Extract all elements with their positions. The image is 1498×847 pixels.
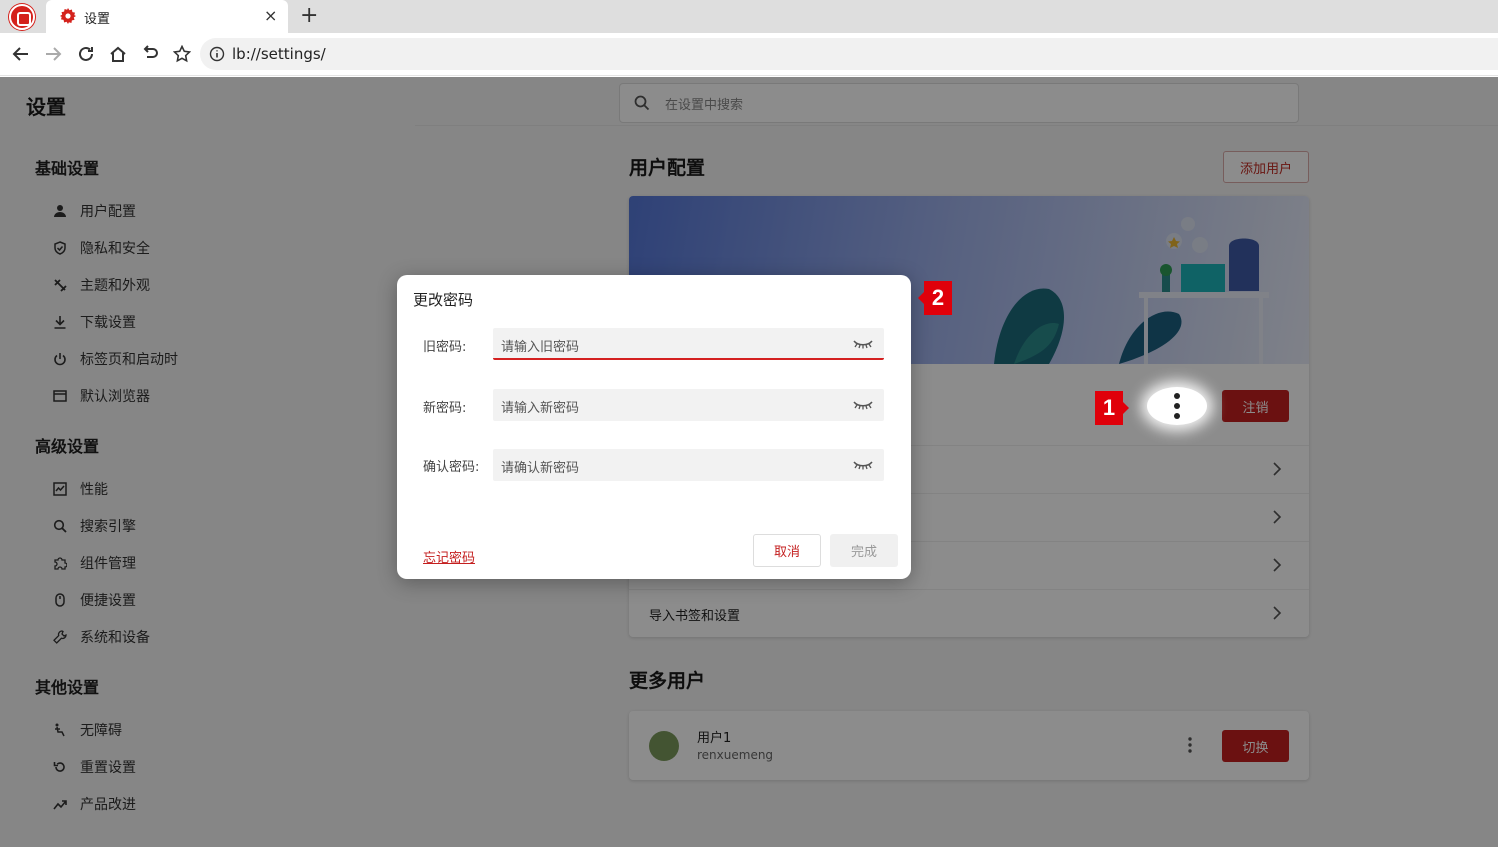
old-password-field[interactable]: 请输入旧密码 [493, 328, 884, 360]
old-password-label: 旧密码: [423, 340, 467, 355]
eye-closed-icon[interactable] [852, 337, 874, 351]
navigation-bar: lb://settings/ [0, 33, 1498, 76]
bookmark-star-icon[interactable] [169, 41, 195, 67]
address-text: lb://settings/ [232, 45, 326, 63]
new-password-label: 新密码: [423, 401, 467, 416]
tab-bar: 设置 × + [0, 0, 1498, 33]
tab-title: 设置 [84, 12, 111, 27]
new-tab-button[interactable]: + [300, 4, 318, 28]
marker-1-arrow [1123, 402, 1129, 414]
forward-icon[interactable] [40, 41, 66, 67]
new-password-field[interactable]: 请输入新密码 [493, 389, 884, 421]
cancel-button[interactable]: 取消 [753, 534, 821, 567]
change-password-dialog: 更改密码 旧密码: 请输入旧密码 新密码: 请输入新密码 确认密码: 请确认新密… [397, 275, 911, 579]
done-button[interactable]: 完成 [830, 534, 898, 567]
field-placeholder: 请确认新密码 [501, 461, 580, 476]
tab-settings[interactable]: 设置 × [46, 0, 288, 33]
annotation-marker-1: 1 [1095, 391, 1123, 425]
field-placeholder: 请输入旧密码 [501, 340, 580, 355]
dialog-title: 更改密码 [413, 291, 474, 309]
eye-closed-icon[interactable] [852, 398, 874, 412]
forgot-password-link[interactable]: 忘记密码 [423, 547, 475, 566]
close-icon[interactable]: × [264, 6, 277, 26]
annotation-marker-2: 2 [924, 281, 952, 315]
browser-logo-icon[interactable] [9, 4, 35, 30]
highlighted-more-options-button[interactable] [1147, 387, 1207, 425]
back-icon[interactable] [8, 41, 34, 67]
address-bar[interactable]: lb://settings/ [200, 38, 1498, 70]
undo-close-icon[interactable] [137, 41, 163, 67]
reload-icon[interactable] [73, 41, 99, 67]
home-icon[interactable] [105, 41, 131, 67]
confirm-password-label: 确认密码: [423, 460, 480, 475]
info-icon[interactable] [209, 46, 225, 62]
gear-icon [60, 8, 76, 24]
eye-closed-icon[interactable] [852, 458, 874, 472]
confirm-password-field[interactable]: 请确认新密码 [493, 449, 884, 481]
field-placeholder: 请输入新密码 [501, 401, 580, 416]
